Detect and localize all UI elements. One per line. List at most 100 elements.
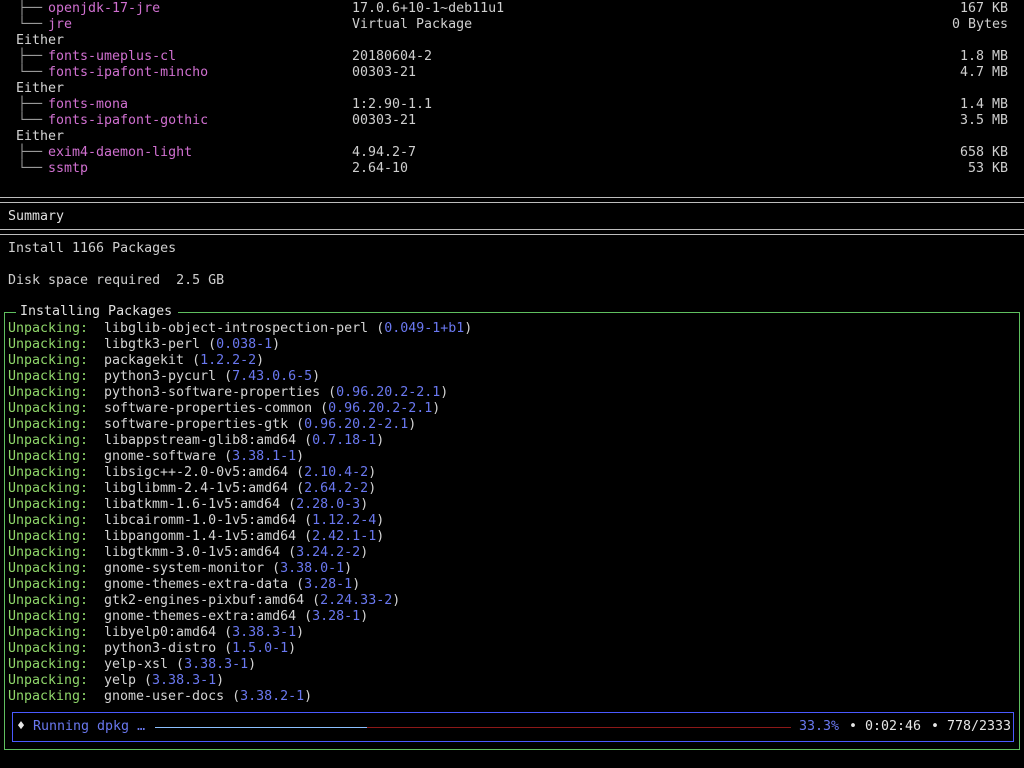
unpack-package-version: 2.10.4-2 [304,465,369,480]
unpack-line: Unpacking: packagekit (1.2.2-2) [8,353,265,368]
package-version: 17.0.6+10-1~deb11u1 [352,1,505,16]
dependency-row: ├── fonts-mona 1:2.90-1.1 1.4 MB [0,97,1024,113]
either-group-label: Either [0,81,1024,97]
unpack-package-name: libyelp0:amd64 [104,625,217,640]
unpack-label: Unpacking: [8,641,89,656]
tree-branch: └── [18,65,43,80]
package-name: fonts-umeplus-cl [48,49,177,64]
unpack-package-version: 3.38.0-1 [280,561,345,576]
package-name: jre [48,17,73,32]
unpack-package-name: libappstream-glib8:amd64 [104,433,297,448]
unpack-line: Unpacking: libglib-object-introspection-p… [8,321,473,336]
unpack-package-name: libglibmm-2.4-1v5:amd64 [104,481,289,496]
package-size: 3.5 MB [959,113,1008,128]
unpack-label: Unpacking: [8,401,89,416]
status-label: Running dpkg … [33,719,146,734]
unpack-line: Unpacking: libyelp0:amd64 (3.38.3-1) [8,625,305,640]
dependency-row: └── fonts-ipafont-gothic 00303-21 3.5 MB [0,113,1024,129]
unpack-line: Unpacking: python3-distro (1.5.0-1) [8,641,297,656]
unpack-label: Unpacking: [8,593,89,608]
tree-branch: ├── [18,145,43,160]
package-version: 1:2.90-1.1 [352,97,433,112]
unpack-package-name: gnome-themes-extra-data [104,577,289,592]
package-version: 00303-21 [352,113,417,128]
unpack-line: Unpacking: gnome-system-monitor (3.38.0-1… [8,561,353,576]
unpack-line: Unpacking: software-properties-gtk (0.96.… [8,417,417,432]
summary-divider-bottom [0,229,1024,235]
unpack-package-version: 0.96.20.2-2.1 [304,417,409,432]
unpack-line: Unpacking: libcairomm-1.0-1v5:amd64 (1.12… [8,513,385,528]
unpack-package-version: 2.24.33-2 [320,593,393,608]
unpack-line: Unpacking: gnome-software (3.38.1-1) [8,449,305,464]
unpack-label: Unpacking: [8,433,89,448]
package-version: 2.64-10 [352,161,409,176]
tree-branch: └── [18,17,43,32]
unpack-line: Unpacking: libgtk3-perl (0.038-1) [8,337,281,352]
unpack-package-name: libcairomm-1.0-1v5:amd64 [104,513,297,528]
package-size: 1.4 MB [959,97,1008,112]
package-version: 4.94.2-7 [352,145,417,160]
package-size: 658 KB [959,145,1008,160]
unpack-label: Unpacking: [8,609,89,624]
unpack-package-name: libatkmm-1.6-1v5:amd64 [104,497,281,512]
unpack-line: Unpacking: gnome-themes-extra-data (3.28-… [8,577,361,592]
unpack-line: Unpacking: gnome-themes-extra:amd64 (3.28… [8,609,369,624]
unpack-label: Unpacking: [8,481,89,496]
unpack-package-version: 1.2.2-2 [200,353,257,368]
either-label: Either [16,81,65,96]
package-size: 1.8 MB [959,49,1008,64]
unpack-package-version: 3.28-1 [304,577,353,592]
unpack-package-name: libpangomm-1.4-1v5:amd64 [104,529,297,544]
install-count: Install 1166 Packages [8,241,177,256]
unpack-package-version: 3.24.2-2 [296,545,361,560]
either-group-label: Either [0,129,1024,145]
unpack-line: Unpacking: yelp-xsl (3.38.3-1) [8,657,257,672]
unpack-label: Unpacking: [8,337,89,352]
unpack-line: Unpacking: libappstream-glib8:amd64 (0.7.… [8,433,385,448]
unpack-package-name: libsigc++-2.0-0v5:amd64 [104,465,289,480]
unpack-label: Unpacking: [8,321,89,336]
unpack-package-version: 0.038-1 [216,337,273,352]
unpack-line: Unpacking: libglibmm-2.4-1v5:amd64 (2.64.… [8,481,377,496]
unpack-package-name: python3-pycurl [104,369,217,384]
unpack-package-version: 3.38.3-1 [152,673,217,688]
tree-branch: ├── [18,49,43,64]
unpack-package-name: libgtkmm-3.0-1v5:amd64 [104,545,281,560]
unpack-label: Unpacking: [8,353,89,368]
unpack-package-version: 2.64.2-2 [304,481,369,496]
package-size: 4.7 MB [959,65,1008,80]
package-name: fonts-ipafont-gothic [48,113,209,128]
unpack-package-version: 2.28.0-3 [296,497,361,512]
dependency-row: ├── openjdk-17-jre 17.0.6+10-1~deb11u1 167 … [0,1,1024,17]
package-version: 20180604-2 [352,49,433,64]
unpack-package-name: python3-distro [104,641,217,656]
unpack-label: Unpacking: [8,369,89,384]
unpack-package-version: 3.38.2-1 [240,689,305,704]
spinner-icon: ♦ [17,719,26,734]
either-label: Either [16,33,65,48]
unpack-package-version: 1.12.2-4 [312,513,377,528]
unpack-package-version: 0.049-1+b1 [384,321,465,336]
unpack-package-name: software-properties-gtk [104,417,289,432]
package-size: 0 Bytes [951,17,1008,32]
unpack-package-name: python3-software-properties [104,385,321,400]
progress-percent: 33.3% [799,719,840,734]
package-name: openjdk-17-jre [48,1,161,16]
package-size: 53 KB [967,161,1008,176]
either-group-label: Either [0,33,1024,49]
unpack-package-version: 3.38.3-1 [184,657,249,672]
progress-fill [155,727,367,728]
unpack-package-name: gnome-user-docs [104,689,225,704]
unpack-package-name: gnome-system-monitor [104,561,265,576]
unpack-label: Unpacking: [8,385,89,400]
unpack-label: Unpacking: [8,545,89,560]
installing-panel-title: Installing Packages [16,304,179,320]
package-name: fonts-ipafont-mincho [48,65,209,80]
unpack-package-version: 0.96.20.2-2.1 [336,385,441,400]
unpack-line: Unpacking: python3-software-properties (0… [8,385,449,400]
unpack-line: Unpacking: python3-pycurl (7.43.0.6-5) [8,369,321,384]
package-size: 167 KB [959,1,1008,16]
unpack-line: Unpacking: gnome-user-docs (3.38.2-1) [8,689,313,704]
unpack-package-version: 3.38.1-1 [232,449,297,464]
unpack-label: Unpacking: [8,561,89,576]
